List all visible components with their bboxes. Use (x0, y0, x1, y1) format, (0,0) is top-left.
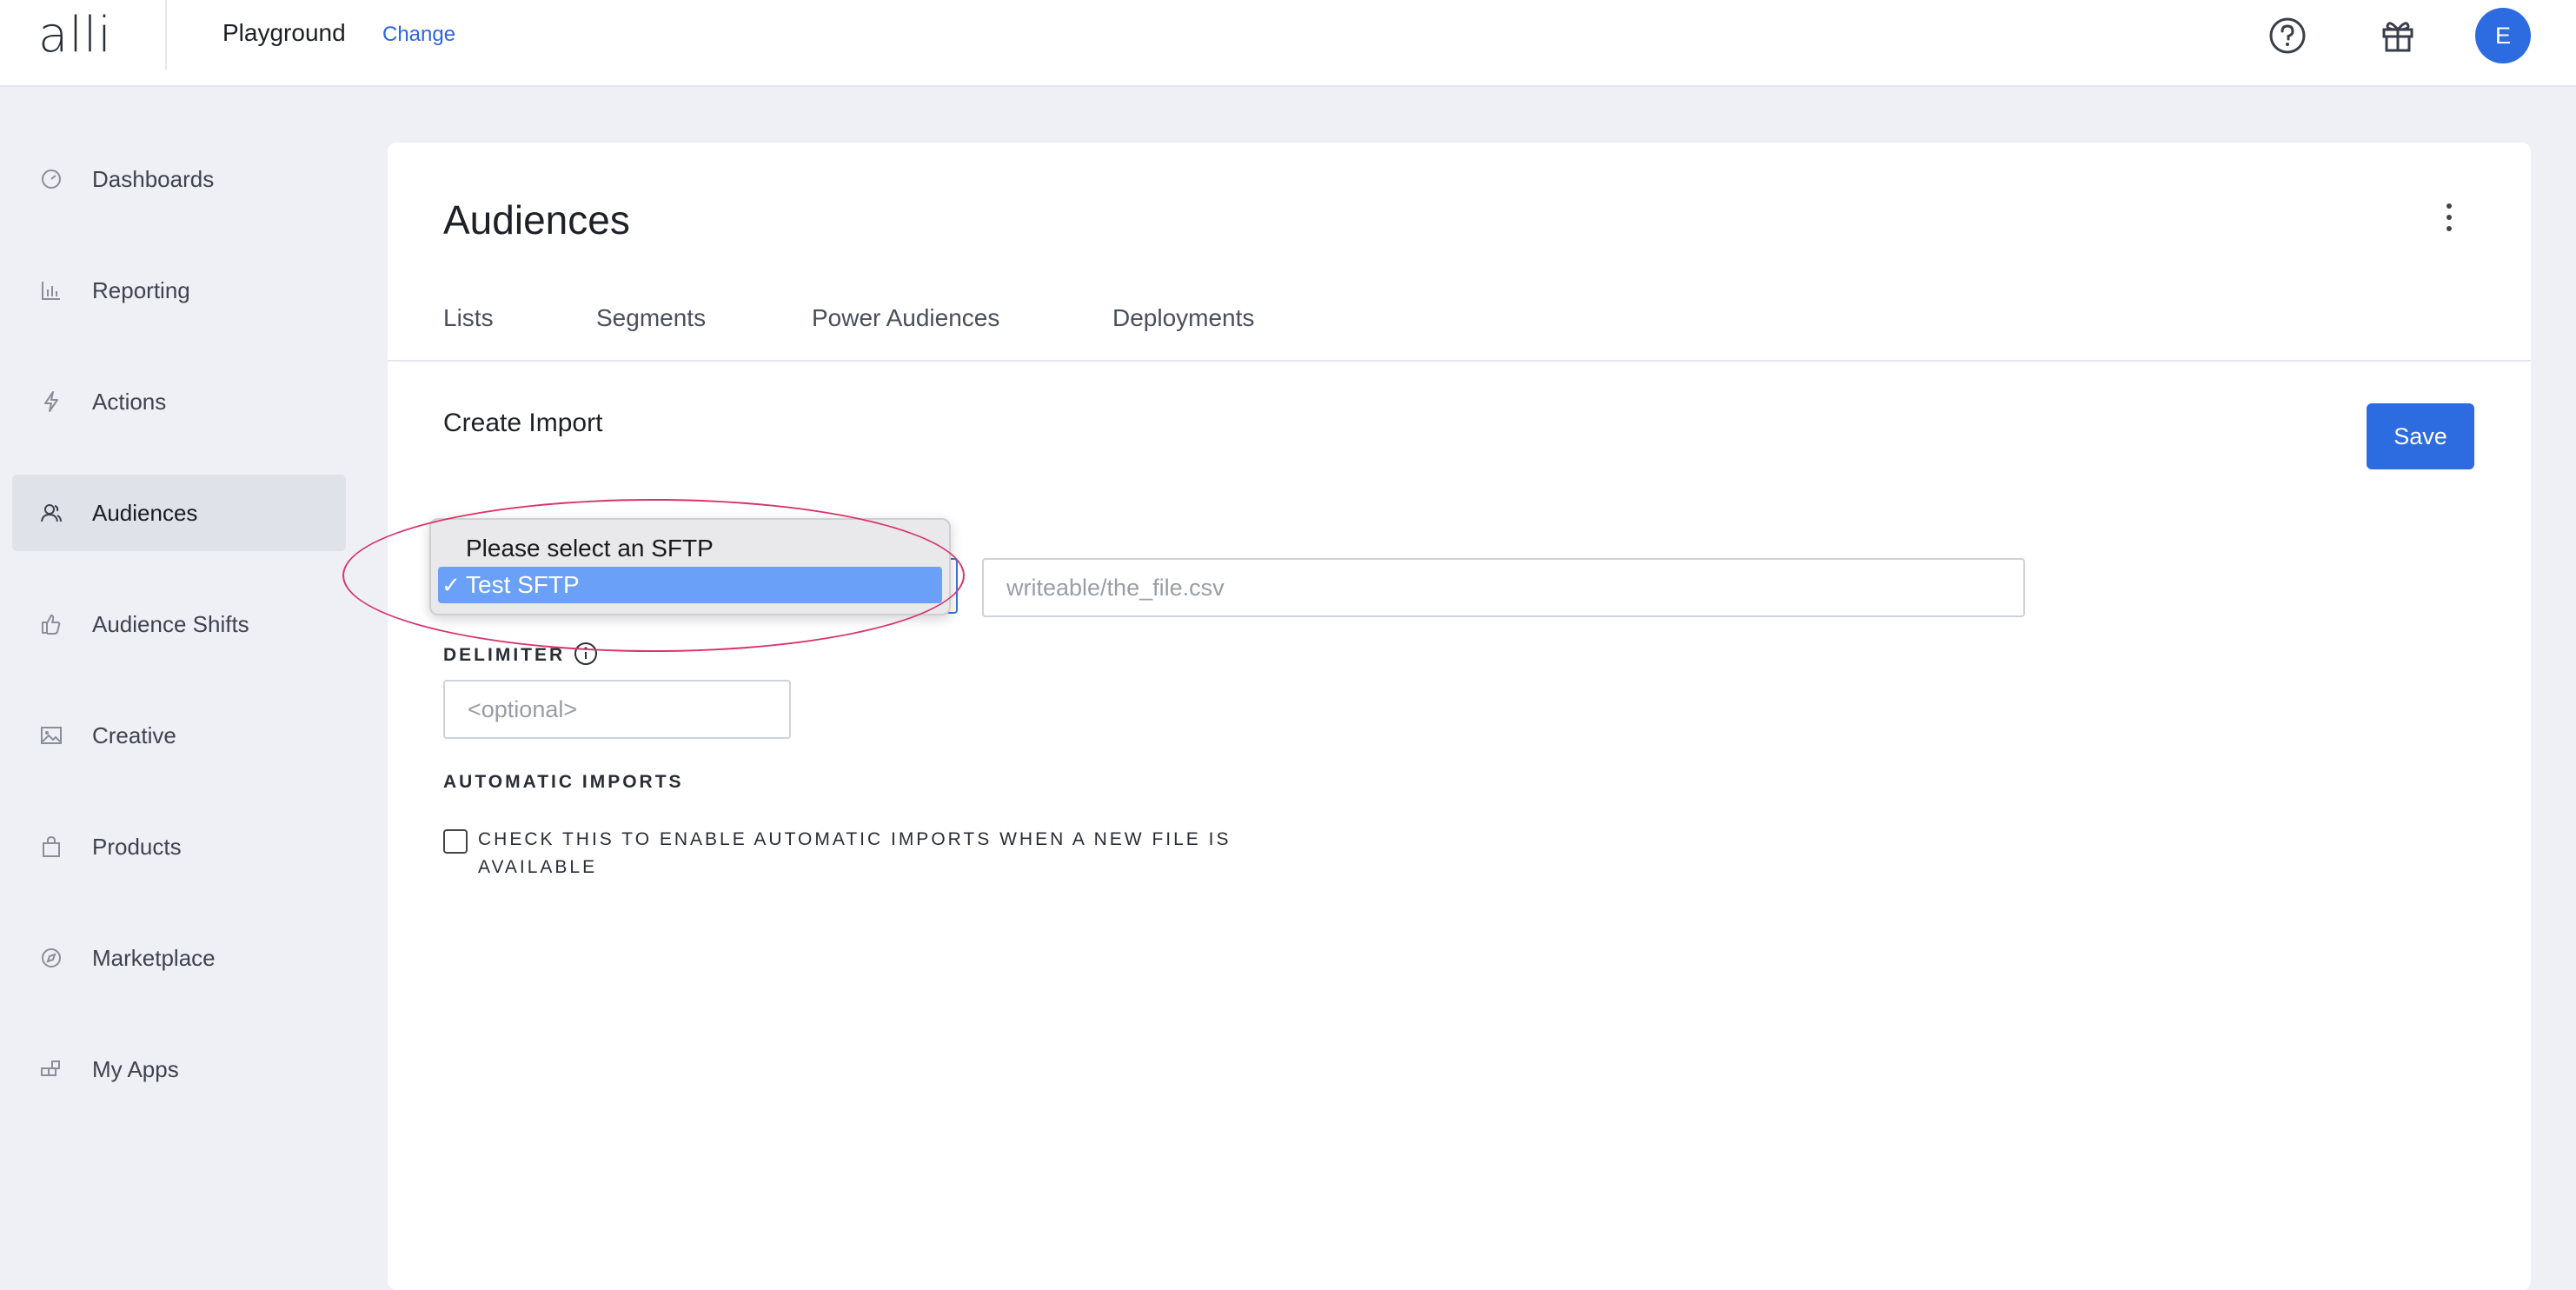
sidebar-item-my-apps[interactable]: My Apps (12, 1031, 346, 1107)
compass-icon (38, 945, 64, 971)
sidebar-item-audience-shifts[interactable]: Audience Shifts (12, 586, 346, 662)
image-icon (38, 722, 64, 748)
user-avatar[interactable]: E (2475, 8, 2531, 63)
delimiter-label: DELIMITER (443, 645, 566, 665)
sidebar-item-products[interactable]: Products (12, 808, 346, 885)
dropdown-option-label: Please select an SFTP (466, 535, 714, 562)
sidebar-item-label: Audience Shifts (92, 610, 249, 637)
sidebar-item-reporting[interactable]: Reporting (12, 252, 346, 329)
sidebar-item-marketplace[interactable]: Marketplace (12, 920, 346, 996)
sidebar-item-dashboards[interactable]: Dashboards (12, 141, 346, 217)
thumbs-up-icon (38, 611, 64, 637)
automatic-imports-label: AUTOMATIC IMPORTS (443, 772, 684, 792)
users-icon (38, 500, 64, 526)
page-title: Audiences (443, 197, 630, 243)
top-bar: alli Playground Change E (0, 0, 2576, 87)
delimiter-input[interactable] (443, 680, 791, 739)
org-name: Playground (222, 19, 346, 46)
tab-lists[interactable]: Lists (443, 304, 494, 332)
section-title: Create Import (443, 409, 603, 437)
info-icon[interactable] (574, 642, 598, 666)
sidebar-item-label: My Apps (92, 1055, 179, 1082)
save-button[interactable]: Save (2367, 403, 2474, 469)
sidebar-item-label: Actions (92, 388, 167, 415)
tab-deployments[interactable]: Deployments (1112, 304, 1254, 332)
sidebar-item-audiences[interactable]: Audiences (12, 475, 346, 551)
more-options-icon[interactable] (2439, 203, 2460, 238)
change-org-link[interactable]: Change (382, 23, 455, 47)
dropdown-option-label: Test SFTP (466, 571, 580, 598)
sidebar-item-label: Audiences (92, 499, 198, 526)
main-card: Audiences Lists Segments Power Audiences… (388, 143, 2531, 1290)
sidebar-item-actions[interactable]: Actions (12, 363, 346, 440)
file-path-input[interactable] (982, 558, 2025, 617)
gift-icon[interactable] (2378, 16, 2418, 56)
automatic-imports-checkbox-label[interactable]: CHECK THIS TO ENABLE AUTOMATIC IMPORTS W… (478, 826, 1260, 881)
alli-logo[interactable]: alli (38, 7, 112, 63)
lightning-icon (38, 389, 64, 415)
apps-icon (38, 1056, 64, 1082)
help-icon[interactable] (2267, 16, 2307, 56)
sidebar-item-creative[interactable]: Creative (12, 697, 346, 774)
tab-power-audiences[interactable]: Power Audiences (812, 304, 999, 332)
sftp-dropdown-menu: Please select an SFTP ✓ Test SFTP (429, 518, 951, 615)
logo-divider (165, 0, 167, 70)
automatic-imports-checkbox[interactable] (443, 829, 468, 854)
sidebar-item-label: Products (92, 833, 182, 860)
sidebar-item-label: Reporting (92, 276, 190, 303)
sidebar-item-label: Dashboards (92, 165, 215, 192)
bar-chart-icon (38, 277, 64, 303)
tabs-divider (388, 360, 2531, 362)
dropdown-option-placeholder[interactable]: Please select an SFTP (438, 530, 942, 567)
dropdown-option-test-sftp[interactable]: ✓ Test SFTP (438, 567, 942, 603)
gauge-icon (38, 166, 64, 192)
sidebar-item-label: Marketplace (92, 944, 216, 971)
tab-segments[interactable]: Segments (596, 304, 706, 332)
shopping-bag-icon (38, 834, 64, 860)
sidebar-item-label: Creative (92, 721, 176, 748)
checkmark-icon: ✓ (442, 571, 461, 598)
